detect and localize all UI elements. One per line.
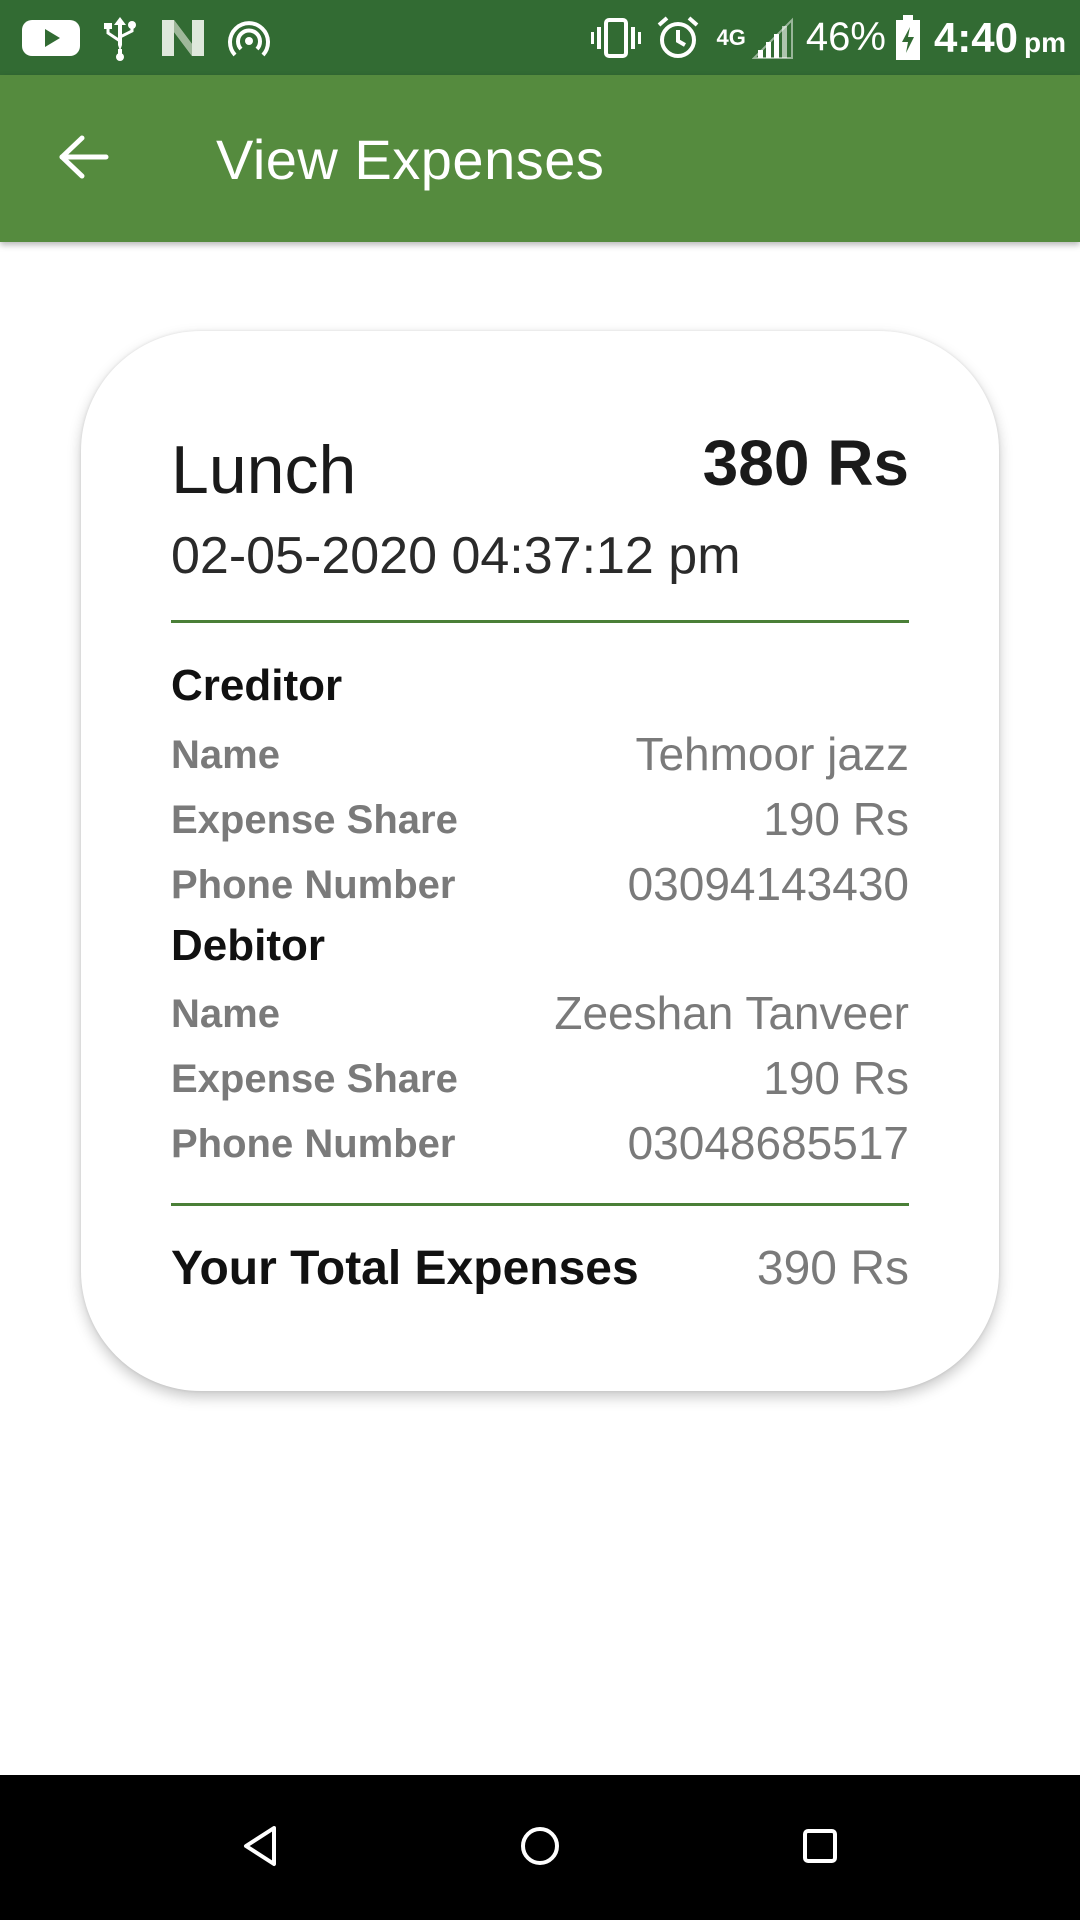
debitor-phone-value: 03048685517 [627, 1117, 909, 1169]
network-type: 4G [716, 24, 746, 50]
battery-percent: 46% [805, 15, 886, 59]
debitor-share-value: 190 Rs [763, 1052, 909, 1104]
expense-title: Lunch [171, 432, 357, 508]
battery-icon [894, 14, 922, 61]
creditor-share-row: Expense Share 190 Rs [171, 792, 909, 850]
youtube-icon [22, 18, 80, 58]
row-label: Expense Share [171, 798, 458, 842]
total-expenses-value: 390 Rs [756, 1242, 909, 1295]
total-expenses-label: Your Total Expenses [171, 1242, 639, 1295]
debitor-phone-row: Phone Number 03048685517 [171, 1116, 909, 1174]
creditor-name-value: Tehmoor jazz [635, 728, 909, 780]
app-bar: View Expenses [0, 75, 1080, 242]
nav-back-button[interactable] [225, 1813, 295, 1883]
status-bar-system: 4G 46% 4:40 pm [590, 0, 1066, 75]
nav-home-button[interactable] [505, 1813, 575, 1883]
n-app-icon [160, 18, 206, 58]
status-bar-notifications [22, 0, 272, 75]
page-title: View Expenses [216, 128, 605, 191]
recents-square-icon [801, 1827, 839, 1870]
creditor-phone-row: Phone Number 03094143430 [171, 857, 909, 915]
expense-date: 02-05-2020 04:37:12 pm [171, 527, 741, 585]
row-label: Expense Share [171, 1057, 458, 1101]
back-button[interactable] [40, 119, 128, 199]
divider [171, 1203, 909, 1206]
debitor-heading: Debitor [171, 921, 325, 970]
hotspot-icon [226, 15, 272, 61]
creditor-name-row: Name Tehmoor jazz [171, 727, 909, 785]
creditor-phone-value: 03094143430 [627, 858, 909, 910]
back-triangle-icon [240, 1824, 280, 1873]
creditor-heading: Creditor [171, 661, 343, 710]
usb-icon [100, 15, 140, 61]
row-label: Name [171, 992, 280, 1036]
expense-card: Lunch 380 Rs 02-05-2020 04:37:12 pm Cred… [81, 331, 999, 1391]
alarm-icon [655, 15, 701, 61]
row-label: Phone Number [171, 1122, 456, 1166]
vibrate-icon [590, 16, 641, 60]
row-label: Name [171, 733, 280, 777]
row-label: Phone Number [171, 863, 456, 907]
expense-amount: 380 Rs [702, 427, 909, 499]
system-nav-bar [0, 1775, 1080, 1920]
status-bar: 4G 46% 4:40 pm [0, 0, 1080, 75]
clock-time: 4:40 [933, 13, 1018, 61]
debitor-share-row: Expense Share 190 Rs [171, 1051, 909, 1109]
signal-icon [751, 16, 796, 60]
nav-recents-button[interactable] [785, 1813, 855, 1883]
debitor-name-row: Name Zeeshan Tanveer [171, 986, 909, 1044]
debitor-name-value: Zeeshan Tanveer [554, 987, 909, 1039]
arrow-left-icon [58, 134, 110, 185]
creditor-share-value: 190 Rs [763, 793, 909, 845]
home-circle-icon [519, 1825, 561, 1872]
clock-am-pm: pm [1024, 26, 1066, 58]
divider [171, 620, 909, 623]
